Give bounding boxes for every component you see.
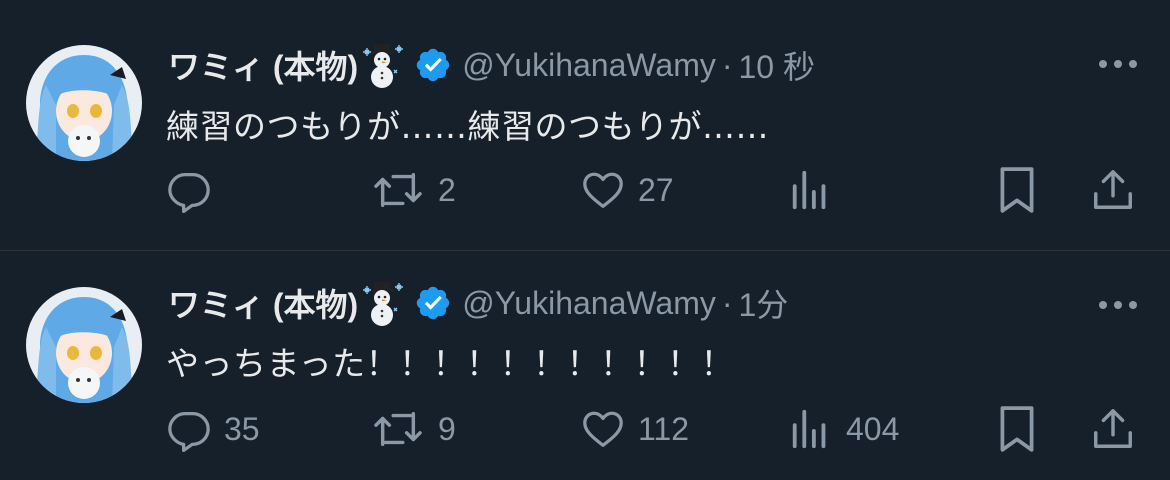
reply-button[interactable]: 35 [166,404,260,454]
separator: · [721,46,733,83]
reply-icon [166,406,212,452]
views-button[interactable] [788,165,846,215]
display-name[interactable]: ワミィ (本物) [168,42,358,88]
bookmark-icon [996,165,1038,215]
avatar[interactable] [26,287,142,403]
like-button[interactable]: 27 [580,165,674,215]
action-bar: 35 9 112 404 [0,404,1170,454]
reply-button[interactable] [166,165,224,215]
retweet-count: 2 [438,171,456,208]
share-icon [1090,167,1136,213]
reply-icon [166,167,212,213]
like-button[interactable]: 112 [580,404,689,454]
views-button[interactable]: 404 [788,404,899,454]
handle[interactable]: @YukihanaWamy [462,47,716,84]
verified-badge-icon [414,46,452,84]
retweet-count: 9 [438,410,456,447]
share-button[interactable] [1090,165,1136,215]
tweet-text: 練習のつもりが……練習のつもりが…… [166,107,769,146]
views-count: 404 [846,410,900,447]
retweet-button[interactable]: 2 [370,165,456,215]
heart-icon [580,406,626,452]
tweet-text: やっちまった！！！！！！！！！！！ [166,344,735,383]
like-count: 27 [638,171,674,208]
more-icon[interactable] [1096,54,1140,74]
tweet-header: ワミィ (本物) @YukihanaWamy [168,42,816,88]
separator: · [721,284,733,321]
tweet-header: ワミィ (本物) @YukihanaWamy [168,280,789,326]
retweet-button[interactable]: 9 [370,404,456,454]
handle[interactable]: @YukihanaWamy [462,285,716,322]
more-icon[interactable] [1096,295,1140,315]
timestamp[interactable]: 10 秒 [739,42,816,88]
bookmark-icon [996,404,1038,454]
bookmark-button[interactable] [996,404,1038,454]
verified-badge-icon [414,284,452,322]
views-icon [788,406,834,452]
like-count: 112 [638,410,690,447]
bookmark-button[interactable] [996,165,1038,215]
avatar[interactable] [26,45,142,161]
snowman-icon [360,42,406,88]
share-icon [1090,406,1136,452]
snowman-icon [360,280,406,326]
retweet-icon [370,406,426,452]
tweet[interactable]: ワミィ (本物) @YukihanaWamy [0,251,1170,480]
display-name[interactable]: ワミィ (本物) [168,280,358,326]
tweet[interactable]: ワミィ (本物) @YukihanaWamy [0,0,1170,250]
action-bar: 2 27 [0,165,1170,215]
heart-icon [580,167,626,213]
views-icon [788,167,834,213]
timestamp[interactable]: 1分 [739,280,789,326]
share-button[interactable] [1090,404,1136,454]
reply-count: 35 [224,410,260,447]
retweet-icon [370,167,426,213]
